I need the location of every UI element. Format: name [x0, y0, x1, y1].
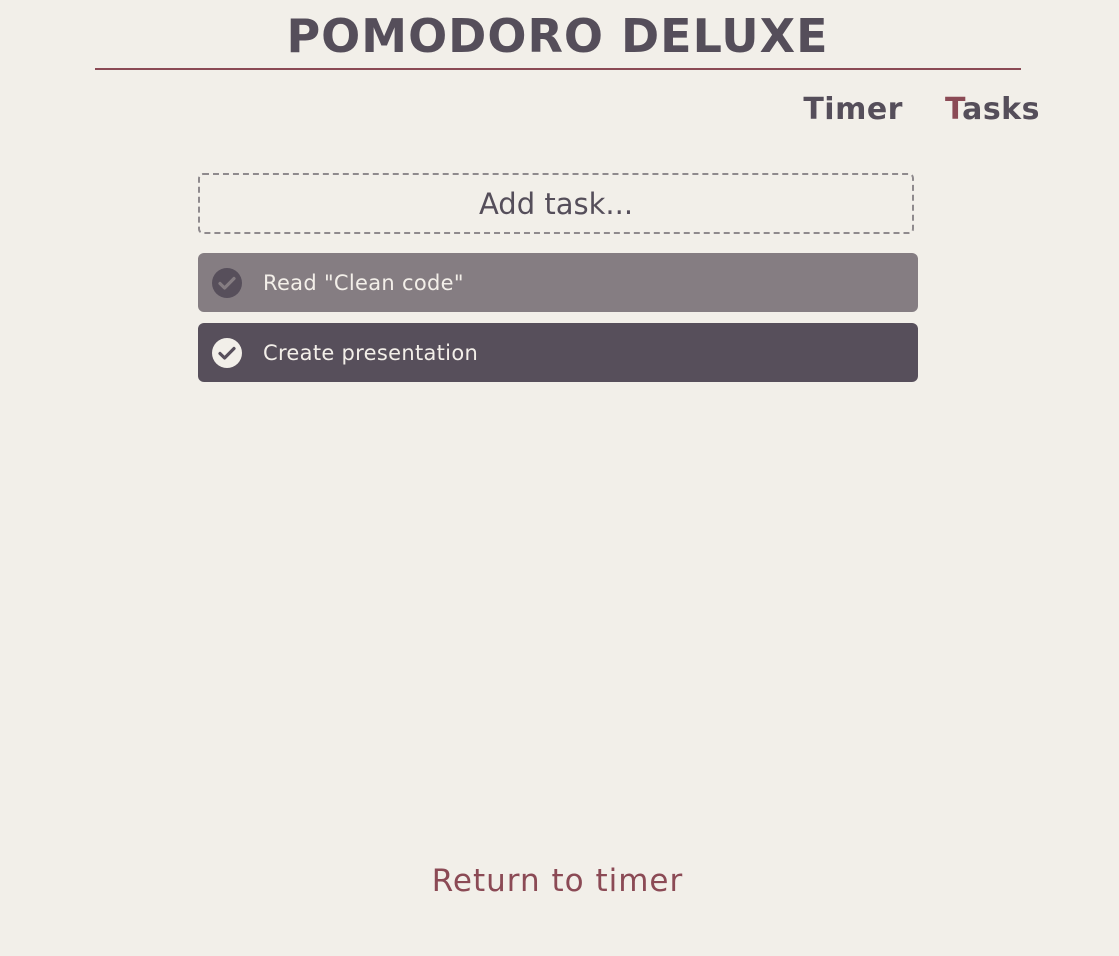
task-item[interactable]: Read "Clean code" [198, 253, 918, 312]
check-circle-icon[interactable] [212, 337, 242, 368]
nav-tasks-initial: T [944, 92, 963, 127]
nav-timer-rest: imer [824, 92, 903, 127]
app: POMODORO DELUXE Timer Tasks Read "Clean … [0, 0, 1119, 956]
return-to-timer-link[interactable]: Return to timer [432, 863, 683, 899]
task-label: Create presentation [263, 340, 479, 365]
add-task-input[interactable] [198, 173, 914, 234]
nav-timer[interactable]: Timer [803, 92, 903, 128]
task-label: Read "Clean code" [263, 270, 464, 295]
nav-tasks-rest: asks [962, 92, 1040, 127]
app-title: POMODORO DELUXE [286, 9, 829, 63]
task-list: Read "Clean code" Create presentation [198, 253, 918, 393]
task-item[interactable]: Create presentation [198, 323, 918, 382]
nav-tasks[interactable]: Tasks [945, 92, 1040, 128]
nav-timer-initial: T [803, 92, 825, 127]
title-divider [95, 68, 1021, 70]
return-to-timer-area: Return to timer [0, 860, 1115, 902]
check-circle-icon[interactable] [212, 267, 242, 298]
main-nav: Timer Tasks [803, 92, 1040, 128]
